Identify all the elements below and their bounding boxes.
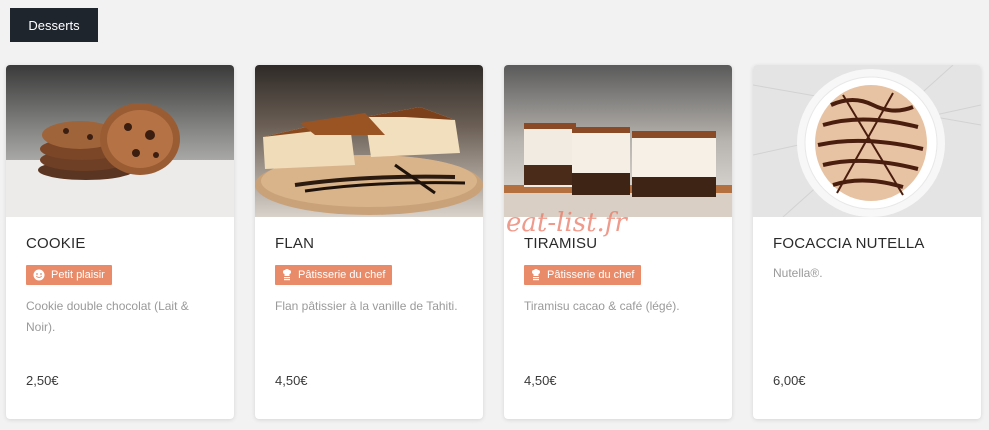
product-description: Cookie double chocolat (Lait & Noir). (26, 299, 189, 334)
product-price: 4,50€ (524, 373, 557, 388)
focaccia-image (753, 65, 981, 217)
menu-page: Desserts COOKIE Petit plaisir Cookie dou… (0, 0, 989, 430)
product-price: 2,50€ (26, 373, 59, 388)
product-price: 4,50€ (275, 373, 308, 388)
product-description: Flan pâtissier à la vanille de Tahiti. (275, 299, 458, 313)
product-card-cookie[interactable]: COOKIE Petit plaisir Cookie double choco… (6, 65, 234, 419)
smiley-icon (33, 269, 45, 281)
product-title: FOCACCIA NUTELLA (773, 235, 925, 252)
product-card-focaccia-nutella[interactable]: FOCACCIA NUTELLA Nutella®. 6,00€ (753, 65, 981, 419)
product-badge: Pâtisserie du chef (524, 265, 642, 285)
chef-icon (531, 269, 541, 281)
card-body: TIRAMISU Pâtisserie du chef Tiramisu cac… (504, 217, 732, 419)
badge-label: Pâtisserie du chef (547, 269, 635, 281)
card-body: FLAN Pâtisserie du chef Flan pâtissier à… (255, 217, 483, 419)
flan-image (255, 65, 483, 217)
badge-label: Pâtisserie du chef (298, 269, 386, 281)
card-body: COOKIE Petit plaisir Cookie double choco… (6, 217, 234, 419)
product-price: 6,00€ (773, 373, 806, 388)
product-description: Nutella®. (773, 266, 823, 280)
product-title: TIRAMISU (524, 235, 598, 252)
badge-label: Petit plaisir (51, 269, 105, 281)
product-card-flan[interactable]: FLAN Pâtisserie du chef Flan pâtissier à… (255, 65, 483, 419)
product-grid: COOKIE Petit plaisir Cookie double choco… (6, 65, 981, 419)
product-badge: Petit plaisir (26, 265, 112, 285)
product-description: Tiramisu cacao & café (légé). (524, 299, 680, 313)
cookie-image (6, 65, 234, 217)
chef-icon (282, 269, 292, 281)
product-card-tiramisu[interactable]: TIRAMISU Pâtisserie du chef Tiramisu cac… (504, 65, 732, 419)
product-badge: Pâtisserie du chef (275, 265, 393, 285)
product-title: COOKIE (26, 235, 86, 252)
product-title: FLAN (275, 235, 315, 252)
tiramisu-image (504, 65, 732, 217)
card-body: FOCACCIA NUTELLA Nutella®. 6,00€ (753, 217, 981, 419)
category-tab-desserts[interactable]: Desserts (10, 8, 98, 42)
